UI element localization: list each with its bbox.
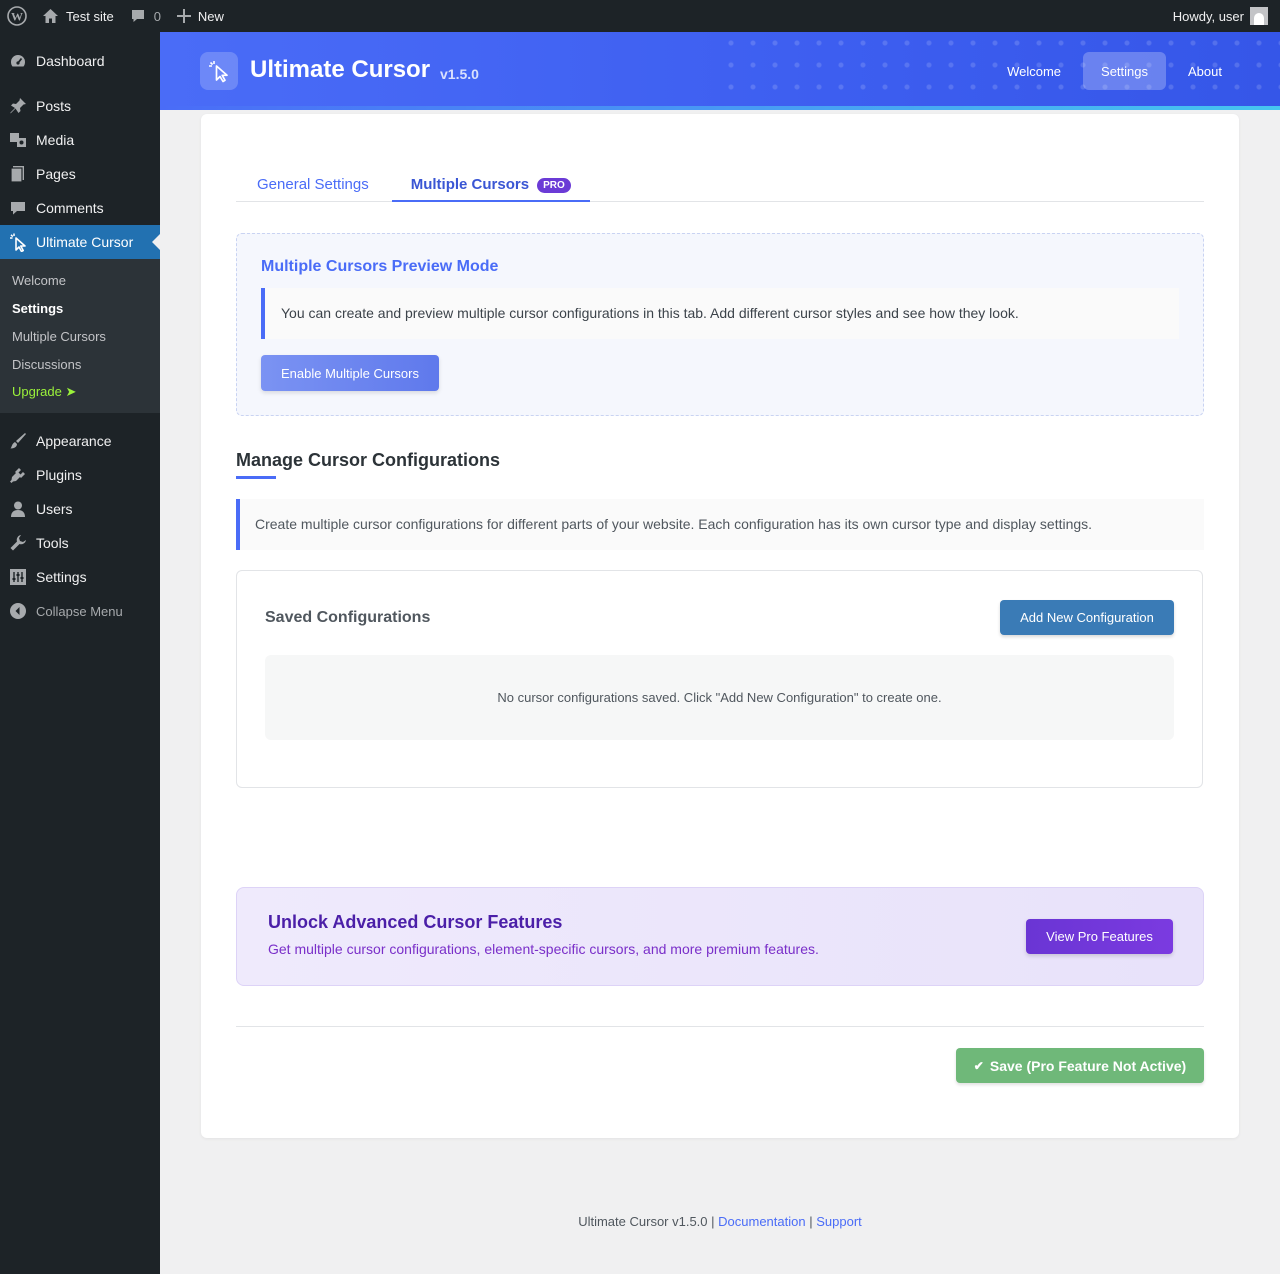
svg-text:W: W xyxy=(11,10,23,24)
collapse-menu-label: Collapse Menu xyxy=(36,603,123,619)
main-content: Ultimate Cursor v1.5.0 Welcome Settings … xyxy=(160,32,1280,1274)
nav-settings[interactable]: Settings xyxy=(1083,52,1167,90)
comments-count: 0 xyxy=(153,8,161,24)
sidebar-submenu: Welcome Settings Multiple Cursors Discus… xyxy=(0,259,160,413)
new-content-link[interactable]: New xyxy=(169,0,232,32)
dashboard-icon xyxy=(8,51,28,71)
sidebar-item-appearance[interactable]: Appearance xyxy=(0,424,160,458)
media-icon xyxy=(8,130,28,150)
sidebar-item-label: Media xyxy=(36,132,75,148)
divider xyxy=(236,1026,1204,1027)
sidebar-item-label: Tools xyxy=(36,535,69,551)
plug-icon xyxy=(8,465,28,485)
save-button-label: Save (Pro Feature Not Active) xyxy=(989,1057,1187,1074)
comments-icon xyxy=(8,198,28,218)
site-name-link[interactable]: Test site xyxy=(34,0,122,32)
sidebar-item-posts[interactable]: Posts xyxy=(0,89,160,123)
sidebar-item-label: Plugins xyxy=(36,467,82,483)
documentation-link[interactable]: Documentation xyxy=(718,1214,805,1229)
pro-banner-title: Unlock Advanced Cursor Features xyxy=(268,912,563,932)
sidebar-item-comments[interactable]: Comments xyxy=(0,191,160,225)
sidebar-item-tools[interactable]: Tools xyxy=(0,526,160,560)
brush-icon xyxy=(8,431,28,451)
plugin-version: v1.5.0 xyxy=(440,66,479,82)
collapse-menu-button[interactable]: Collapse Menu xyxy=(0,594,160,628)
sidebar-item-media[interactable]: Media xyxy=(0,123,160,157)
wordpress-logo-icon[interactable]: W xyxy=(0,0,34,32)
footer-text: Ultimate Cursor v1.5.0 | xyxy=(578,1214,715,1229)
my-account-link[interactable]: Howdy, user xyxy=(1165,0,1280,32)
new-label: New xyxy=(197,8,224,24)
sidebar-item-label: Appearance xyxy=(36,433,112,449)
pages-icon xyxy=(8,164,28,184)
tab-general-settings[interactable]: General Settings xyxy=(236,166,390,202)
sidebar-item-label: Pages xyxy=(36,166,76,182)
submenu-item-multiple-cursors[interactable]: Multiple Cursors xyxy=(0,322,160,350)
sidebar-item-users[interactable]: Users xyxy=(0,492,160,526)
nav-about[interactable]: About xyxy=(1170,52,1240,90)
tab-label: Multiple Cursors xyxy=(410,176,530,193)
settings-tabs: General Settings Multiple Cursors PRO xyxy=(236,166,1204,202)
settings-icon xyxy=(8,567,28,587)
plugin-logo-cursor-icon xyxy=(200,52,238,90)
section-underline xyxy=(236,476,276,479)
sidebar-item-label: Settings xyxy=(36,569,87,585)
save-button[interactable]: ✔ Save (Pro Feature Not Active) xyxy=(956,1048,1204,1083)
site-name-label: Test site xyxy=(66,8,114,24)
view-pro-features-button[interactable]: View Pro Features xyxy=(1026,919,1173,954)
sidebar-item-pages[interactable]: Pages xyxy=(0,157,160,191)
nav-welcome[interactable]: Welcome xyxy=(989,52,1079,90)
sidebar-item-dashboard[interactable]: Dashboard xyxy=(0,44,160,78)
howdy-label: Howdy, user xyxy=(1172,8,1244,24)
wrench-icon xyxy=(8,533,28,553)
comment-bubble-icon xyxy=(130,8,146,24)
collapse-arrow-icon xyxy=(8,601,28,621)
plugin-title: Ultimate Cursor xyxy=(250,56,431,83)
plus-icon xyxy=(176,9,191,23)
tab-multiple-cursors[interactable]: Multiple Cursors PRO xyxy=(391,166,590,202)
pro-banner-subtitle: Get multiple cursor configurations, elem… xyxy=(268,941,819,957)
manage-section-title: Manage Cursor Configurations xyxy=(236,450,501,470)
settings-card: General Settings Multiple Cursors PRO Mu… xyxy=(201,114,1239,1138)
tab-label: General Settings xyxy=(257,176,369,193)
comments-link[interactable]: 0 xyxy=(122,0,169,32)
preview-mode-title: Multiple Cursors Preview Mode xyxy=(261,258,499,275)
cursor-icon xyxy=(8,232,28,252)
manage-section-note: Create multiple cursor configurations fo… xyxy=(236,499,1204,550)
checkmark-icon: ✔ xyxy=(973,1058,984,1073)
pro-badge: PRO xyxy=(537,178,571,193)
sidebar-item-label: Ultimate Cursor xyxy=(36,234,134,250)
submenu-item-settings[interactable]: Settings xyxy=(0,294,160,322)
submenu-item-upgrade[interactable]: Upgrade ➤ xyxy=(0,378,160,406)
submenu-item-welcome[interactable]: Welcome xyxy=(0,266,160,294)
avatar xyxy=(1250,7,1268,25)
empty-state-text: No cursor configurations saved. Click "A… xyxy=(497,690,942,705)
user-icon xyxy=(8,499,28,519)
support-link[interactable]: Support xyxy=(816,1214,862,1229)
empty-state: No cursor configurations saved. Click "A… xyxy=(265,655,1174,740)
add-new-configuration-button[interactable]: Add New Configuration xyxy=(1000,600,1174,635)
enable-multiple-cursors-button[interactable]: Enable Multiple Cursors xyxy=(261,355,439,391)
sidebar-item-settings[interactable]: Settings xyxy=(0,560,160,594)
plugin-footer: Ultimate Cursor v1.5.0 | Documentation |… xyxy=(160,1214,1280,1229)
pro-upsell-banner: Unlock Advanced Cursor Features Get mult… xyxy=(236,887,1204,986)
footer-separator: | xyxy=(809,1214,813,1229)
preview-mode-box: Multiple Cursors Preview Mode You can cr… xyxy=(236,233,1204,416)
admin-bar: W Test site 0 New Howdy, user xyxy=(0,0,1280,32)
pin-icon xyxy=(8,96,28,116)
sidebar-item-ultimate-cursor[interactable]: Ultimate Cursor xyxy=(0,225,160,259)
sidebar-item-plugins[interactable]: Plugins xyxy=(0,458,160,492)
plugin-header: Ultimate Cursor v1.5.0 Welcome Settings … xyxy=(160,32,1280,110)
sidebar-item-label: Comments xyxy=(36,200,104,216)
saved-configurations-title: Saved Configurations xyxy=(265,609,431,626)
submenu-item-discussions[interactable]: Discussions xyxy=(0,350,160,378)
home-icon xyxy=(42,8,59,24)
sidebar-item-label: Users xyxy=(36,501,73,517)
preview-mode-note: You can create and preview multiple curs… xyxy=(261,288,1179,339)
header-nav: Welcome Settings About xyxy=(985,52,1240,90)
sidebar-item-label: Dashboard xyxy=(36,53,105,69)
admin-sidebar: Dashboard Posts Media Pages Comments Ult… xyxy=(0,32,160,1274)
sidebar-item-label: Posts xyxy=(36,98,72,114)
saved-configurations-box: Saved Configurations Add New Configurati… xyxy=(236,570,1203,788)
